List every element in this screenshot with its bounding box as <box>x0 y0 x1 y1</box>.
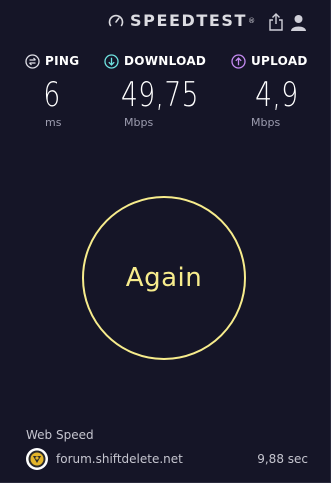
again-button[interactable]: Again <box>82 196 246 360</box>
upload-unit: Mbps <box>251 116 281 129</box>
server-row[interactable]: forum.shiftdelete.net 9,88 sec <box>26 446 308 472</box>
server-name: forum.shiftdelete.net <box>56 452 183 466</box>
download-header: DOWNLOAD <box>104 52 210 70</box>
upload-arrow-icon <box>231 53 246 69</box>
test-duration: 9,88 sec <box>257 452 308 466</box>
speedtest-panel: SPEEDTEST® PING 6 ms DOWNLOAD 49,75 Mbps… <box>0 0 331 483</box>
user-icon[interactable] <box>290 14 307 31</box>
download-arrow-icon <box>104 53 119 69</box>
download-unit: Mbps <box>124 116 154 129</box>
share-icon[interactable] <box>268 13 284 31</box>
download-label: DOWNLOAD <box>124 54 207 68</box>
ping-header: PING <box>25 52 85 70</box>
speedtest-logo: SPEEDTEST® <box>108 11 257 31</box>
shiftdelete-logo-icon <box>28 450 46 468</box>
ping-label: PING <box>45 54 80 68</box>
speedometer-icon <box>108 14 124 27</box>
upload-label: UPLOAD <box>251 54 308 68</box>
app-name: SPEEDTEST® <box>130 11 257 30</box>
ping-value: 6 <box>43 75 61 115</box>
upload-metric: UPLOAD 4,9 Mbps <box>231 52 311 129</box>
download-metric: DOWNLOAD 49,75 Mbps <box>104 52 210 129</box>
ping-unit: ms <box>45 116 62 129</box>
upload-value: 4,9 <box>255 75 299 115</box>
ping-icon <box>25 53 40 69</box>
again-label: Again <box>125 263 203 293</box>
download-value: 49,75 <box>120 75 199 115</box>
web-speed-title: Web Speed <box>26 428 94 442</box>
server-logo <box>26 448 48 470</box>
upload-header: UPLOAD <box>231 52 311 70</box>
ping-metric: PING 6 ms <box>25 52 85 129</box>
trademark: ® <box>248 17 257 25</box>
